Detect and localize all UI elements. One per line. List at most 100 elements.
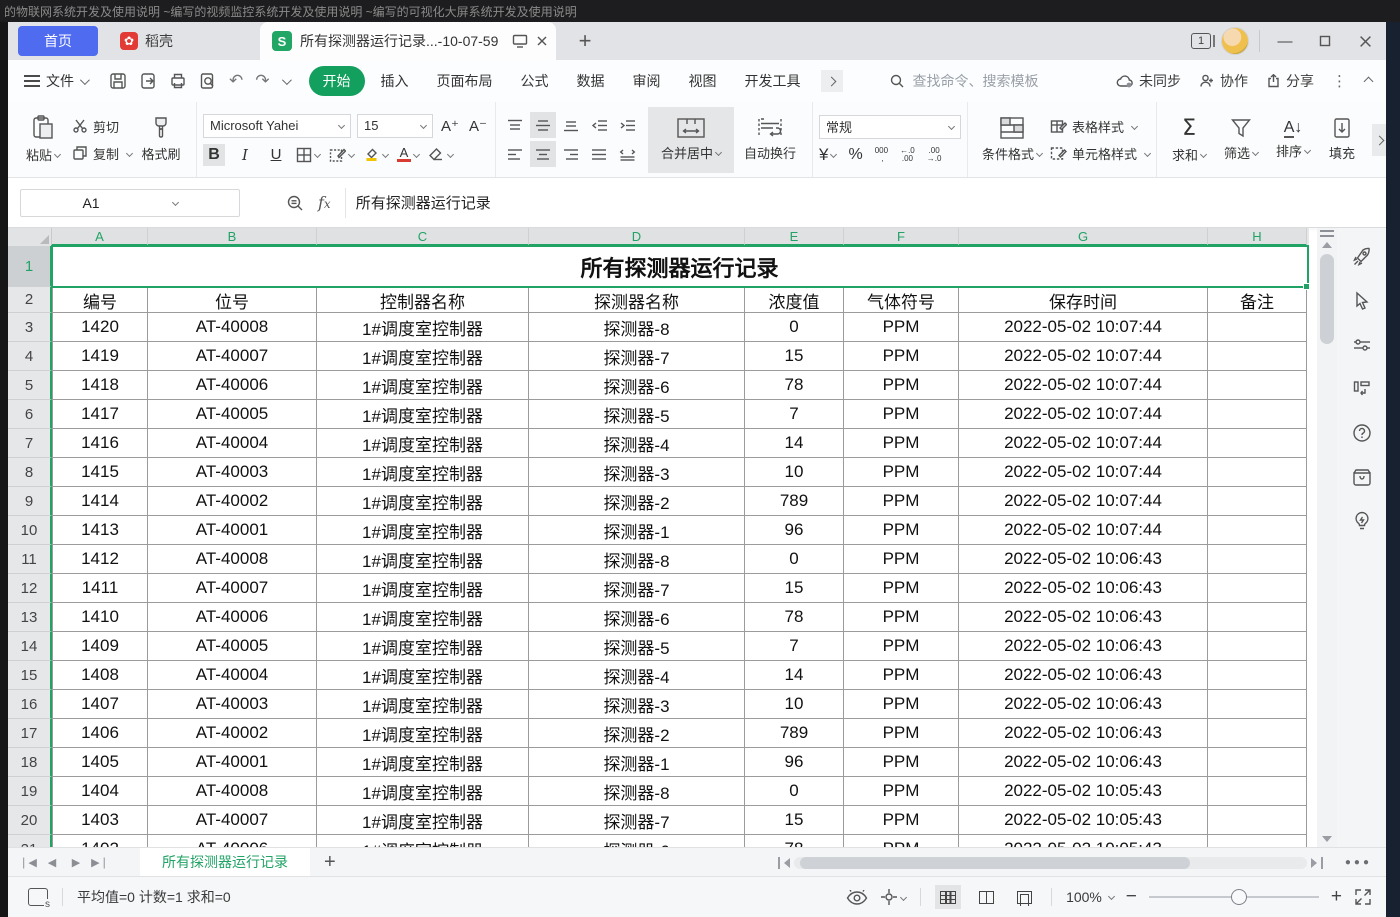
- table-cell[interactable]: 1#调度室控制器: [317, 603, 529, 632]
- format-painter-button[interactable]: 格式刷: [132, 107, 190, 173]
- tab-home[interactable]: 开始: [309, 66, 365, 96]
- table-cell[interactable]: PPM: [844, 806, 959, 835]
- row-header-21[interactable]: 21: [8, 835, 52, 847]
- table-cell[interactable]: [1208, 487, 1307, 516]
- table-cell[interactable]: 96: [745, 516, 844, 545]
- table-header-cell[interactable]: 气体符号: [844, 287, 959, 313]
- table-cell[interactable]: AT-40006: [148, 835, 317, 847]
- ribbon-tab[interactable]: 开发工具: [733, 66, 813, 96]
- table-header-cell[interactable]: 编号: [52, 287, 148, 313]
- table-cell[interactable]: 1402: [52, 835, 148, 847]
- scroll-right-arrow[interactable]: [1311, 858, 1317, 868]
- decrease-indent-icon[interactable]: [586, 112, 612, 138]
- sync-status[interactable]: 未同步: [1116, 71, 1181, 91]
- table-cell[interactable]: PPM: [844, 603, 959, 632]
- distribute-icon[interactable]: [614, 141, 640, 167]
- table-cell[interactable]: 1411: [52, 574, 148, 603]
- merged-title-cell[interactable]: 所有探测器运行记录: [52, 246, 1307, 287]
- customize-toolbar-icon[interactable]: [281, 75, 291, 85]
- percent-format-icon[interactable]: %: [848, 146, 862, 164]
- table-cell[interactable]: 探测器-6: [529, 603, 745, 632]
- table-cell[interactable]: PPM: [844, 690, 959, 719]
- add-sheet-button[interactable]: +: [324, 851, 336, 874]
- align-center-icon[interactable]: [530, 141, 556, 167]
- home-tab[interactable]: 首页: [18, 26, 98, 56]
- row-header-12[interactable]: 12: [8, 574, 52, 603]
- table-cell[interactable]: [1208, 603, 1307, 632]
- table-cell[interactable]: 2022-05-02 10:06:43: [959, 603, 1208, 632]
- table-cell[interactable]: 1420: [52, 313, 148, 342]
- row-header-6[interactable]: 6: [8, 400, 52, 429]
- table-cell[interactable]: 1405: [52, 748, 148, 777]
- table-cell[interactable]: 0: [745, 313, 844, 342]
- table-cell[interactable]: [1208, 690, 1307, 719]
- window-count-icon[interactable]: 1: [1191, 33, 1211, 49]
- table-cell[interactable]: AT-40003: [148, 458, 317, 487]
- table-cell[interactable]: 探测器-6: [529, 371, 745, 400]
- sum-button[interactable]: Σ 求和: [1163, 107, 1215, 173]
- table-cell[interactable]: 78: [745, 835, 844, 847]
- row-header-9[interactable]: 9: [8, 487, 52, 516]
- table-cell[interactable]: [1208, 835, 1307, 847]
- table-cell[interactable]: 2022-05-02 10:07:44: [959, 313, 1208, 342]
- rocket-icon[interactable]: [1351, 246, 1373, 268]
- table-cell[interactable]: 15: [745, 574, 844, 603]
- table-cell[interactable]: [1208, 429, 1307, 458]
- ribbon-tab[interactable]: 视图: [677, 66, 729, 96]
- table-cell[interactable]: 0: [745, 545, 844, 574]
- collaborate-button[interactable]: 协作: [1199, 71, 1248, 91]
- sheet-bar-options-icon[interactable]: ●●●: [1345, 857, 1372, 868]
- table-cell[interactable]: 2022-05-02 10:07:44: [959, 458, 1208, 487]
- increase-font-icon[interactable]: A⁺: [439, 115, 461, 137]
- table-cell[interactable]: 15: [745, 806, 844, 835]
- table-cell[interactable]: 1#调度室控制器: [317, 313, 529, 342]
- vertical-scrollbar[interactable]: [1317, 228, 1337, 847]
- adjust-sliders-icon[interactable]: [1351, 334, 1373, 356]
- table-cell[interactable]: 1#调度室控制器: [317, 661, 529, 690]
- output-icon[interactable]: [139, 72, 157, 90]
- cursor-icon[interactable]: [1351, 290, 1373, 312]
- table-cell[interactable]: 1414: [52, 487, 148, 516]
- split-handle[interactable]: [1321, 857, 1323, 869]
- zoom-level[interactable]: 100%: [1066, 889, 1114, 905]
- sort-button[interactable]: A↓ 排序: [1267, 107, 1319, 173]
- ribbon-tab[interactable]: 审阅: [621, 66, 673, 96]
- table-cell[interactable]: PPM: [844, 516, 959, 545]
- table-cell[interactable]: 789: [745, 719, 844, 748]
- table-cell[interactable]: PPM: [844, 400, 959, 429]
- cell-style-button[interactable]: 单元格样式: [1050, 144, 1150, 163]
- row-header-3[interactable]: 3: [8, 313, 52, 342]
- table-cell[interactable]: 2022-05-02 10:05:43: [959, 835, 1208, 847]
- table-cell[interactable]: 1#调度室控制器: [317, 487, 529, 516]
- column-header-E[interactable]: E: [745, 228, 844, 246]
- justify-icon[interactable]: [586, 141, 612, 167]
- row-header-14[interactable]: 14: [8, 632, 52, 661]
- paste-button[interactable]: 粘贴: [14, 107, 72, 173]
- table-cell[interactable]: AT-40008: [148, 777, 317, 806]
- workflow-icon[interactable]: [1351, 378, 1373, 400]
- table-cell[interactable]: 1#调度室控制器: [317, 777, 529, 806]
- eraser-button[interactable]: [428, 144, 453, 166]
- filter-button[interactable]: 筛选: [1215, 107, 1267, 173]
- ribbon-tab[interactable]: 页面布局: [425, 66, 505, 96]
- table-cell[interactable]: 探测器-8: [529, 777, 745, 806]
- help-icon[interactable]: [1351, 422, 1373, 444]
- docer-tab[interactable]: ✿ 稻壳: [108, 26, 248, 56]
- table-cell[interactable]: 探测器-1: [529, 748, 745, 777]
- eye-protection-icon[interactable]: [846, 890, 868, 905]
- ribbon-tab[interactable]: 插入: [369, 66, 421, 96]
- underline-button[interactable]: U: [265, 144, 287, 166]
- user-avatar[interactable]: [1221, 27, 1249, 55]
- row-header-15[interactable]: 15: [8, 661, 52, 690]
- table-cell[interactable]: 1#调度室控制器: [317, 835, 529, 847]
- font-name-combo[interactable]: Microsoft Yahei: [203, 114, 351, 138]
- last-sheet-button[interactable]: ▶❘: [88, 856, 112, 869]
- table-cell[interactable]: 1#调度室控制器: [317, 748, 529, 777]
- minimize-button[interactable]: —: [1270, 28, 1300, 54]
- table-header-cell[interactable]: 备注: [1208, 287, 1307, 313]
- table-cell[interactable]: 探测器-6: [529, 835, 745, 847]
- table-cell[interactable]: 1409: [52, 632, 148, 661]
- table-cell[interactable]: 2022-05-02 10:07:44: [959, 400, 1208, 429]
- horizontal-scroll-thumb[interactable]: [800, 857, 1190, 869]
- table-cell[interactable]: 1#调度室控制器: [317, 632, 529, 661]
